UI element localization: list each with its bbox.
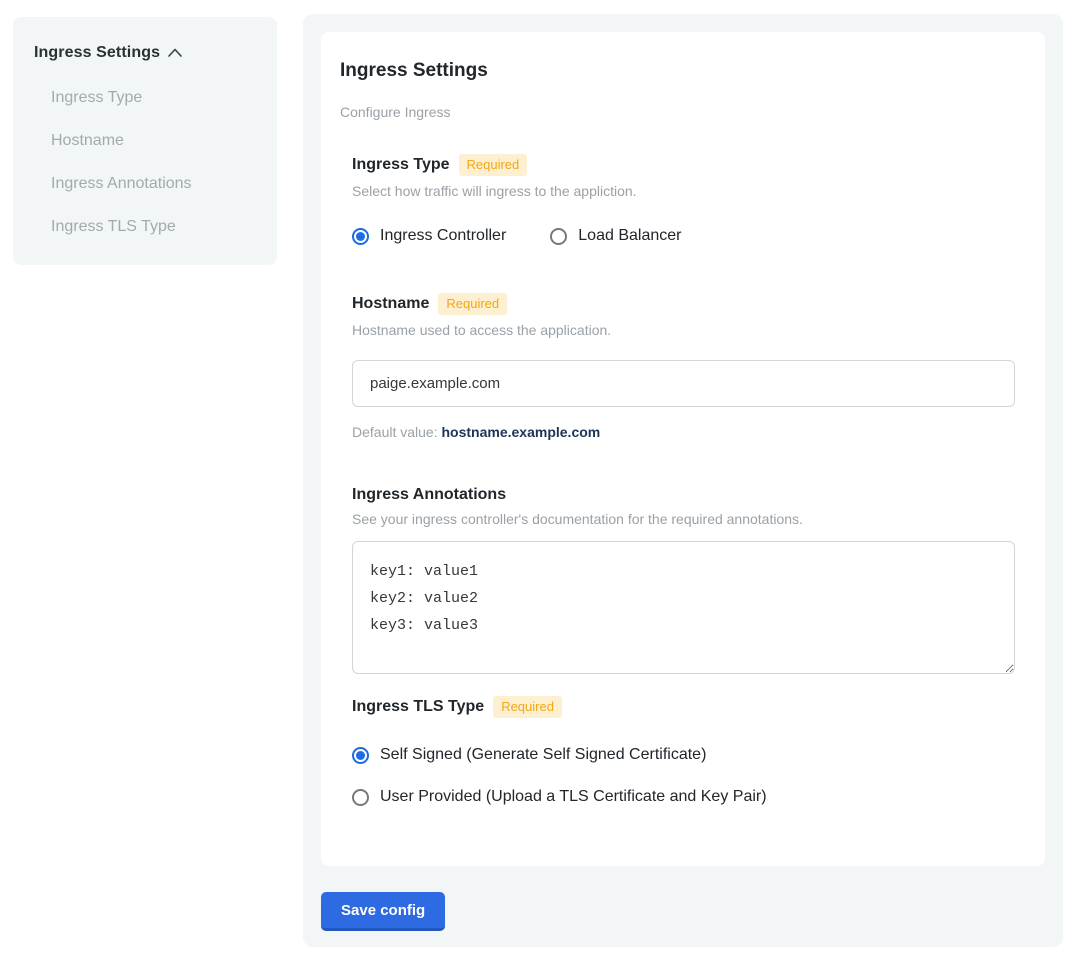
hostname-label: Hostname — [352, 295, 429, 313]
sidebar-item-hostname[interactable]: Hostname — [34, 132, 259, 150]
hostname-help: Hostname used to access the application. — [352, 322, 1015, 338]
ingress-tls-type-radio-group: Self Signed (Generate Self Signed Certif… — [352, 746, 1015, 806]
radio-self-signed[interactable]: Self Signed (Generate Self Signed Certif… — [352, 746, 1015, 764]
ingress-type-label: Ingress Type — [352, 156, 450, 174]
sidebar-section-title: Ingress Settings — [34, 44, 160, 62]
radio-ingress-controller[interactable]: Ingress Controller — [352, 227, 506, 245]
radio-label: Self Signed (Generate Self Signed Certif… — [380, 746, 706, 764]
sidebar-item-ingress-type[interactable]: Ingress Type — [34, 89, 259, 107]
hostname-input[interactable] — [352, 360, 1015, 407]
sidebar-section-toggle[interactable]: Ingress Settings — [34, 44, 259, 62]
field-ingress-type: Ingress Type Required Select how traffic… — [352, 154, 1015, 245]
radio-label: Ingress Controller — [380, 227, 506, 245]
ingress-annotations-help: See your ingress controller's documentat… — [352, 511, 1015, 527]
sidebar-item-list: Ingress Type Hostname Ingress Annotation… — [34, 89, 259, 236]
field-hostname: Hostname Required Hostname used to acces… — [352, 293, 1015, 440]
ingress-settings-card: Ingress Settings Configure Ingress Ingre… — [321, 32, 1045, 866]
field-ingress-annotations: Ingress Annotations See your ingress con… — [352, 486, 1015, 674]
radio-label: Load Balancer — [578, 227, 681, 245]
ingress-annotations-label: Ingress Annotations — [352, 486, 506, 504]
radio-selected-icon[interactable] — [352, 228, 369, 245]
field-ingress-tls-type: Ingress TLS Type Required Self Signed (G… — [352, 696, 1015, 806]
ingress-settings-sidebar: Ingress Settings Ingress Type Hostname I… — [13, 17, 277, 265]
ingress-settings-panel: Ingress Settings Configure Ingress Ingre… — [303, 14, 1063, 947]
required-badge: Required — [459, 154, 528, 176]
default-value-label: Default value: — [352, 424, 442, 440]
radio-selected-icon[interactable] — [352, 747, 369, 764]
radio-unselected-icon[interactable] — [550, 228, 567, 245]
required-badge: Required — [493, 696, 562, 718]
page-subtitle: Configure Ingress — [340, 104, 1015, 120]
radio-label: User Provided (Upload a TLS Certificate … — [380, 788, 767, 806]
hostname-default-note: Default value: hostname.example.com — [352, 424, 1015, 440]
sidebar-item-ingress-annotations[interactable]: Ingress Annotations — [34, 175, 259, 193]
required-badge: Required — [438, 293, 507, 315]
ingress-annotations-textarea[interactable]: key1: value1 key2: value2 key3: value3 — [352, 541, 1015, 674]
page-title: Ingress Settings — [340, 60, 1015, 82]
sidebar-item-ingress-tls-type[interactable]: Ingress TLS Type — [34, 218, 259, 236]
radio-user-provided[interactable]: User Provided (Upload a TLS Certificate … — [352, 788, 1015, 806]
ingress-type-help: Select how traffic will ingress to the a… — [352, 183, 1015, 199]
ingress-type-radio-group: Ingress Controller Load Balancer — [352, 227, 1015, 245]
radio-unselected-icon[interactable] — [352, 789, 369, 806]
radio-load-balancer[interactable]: Load Balancer — [550, 227, 681, 245]
ingress-tls-type-label: Ingress TLS Type — [352, 698, 484, 716]
form-fields: Ingress Type Required Select how traffic… — [352, 154, 1015, 806]
default-value-text: hostname.example.com — [442, 424, 601, 440]
chevron-up-icon[interactable] — [168, 44, 182, 62]
save-config-button[interactable]: Save config — [321, 892, 445, 931]
